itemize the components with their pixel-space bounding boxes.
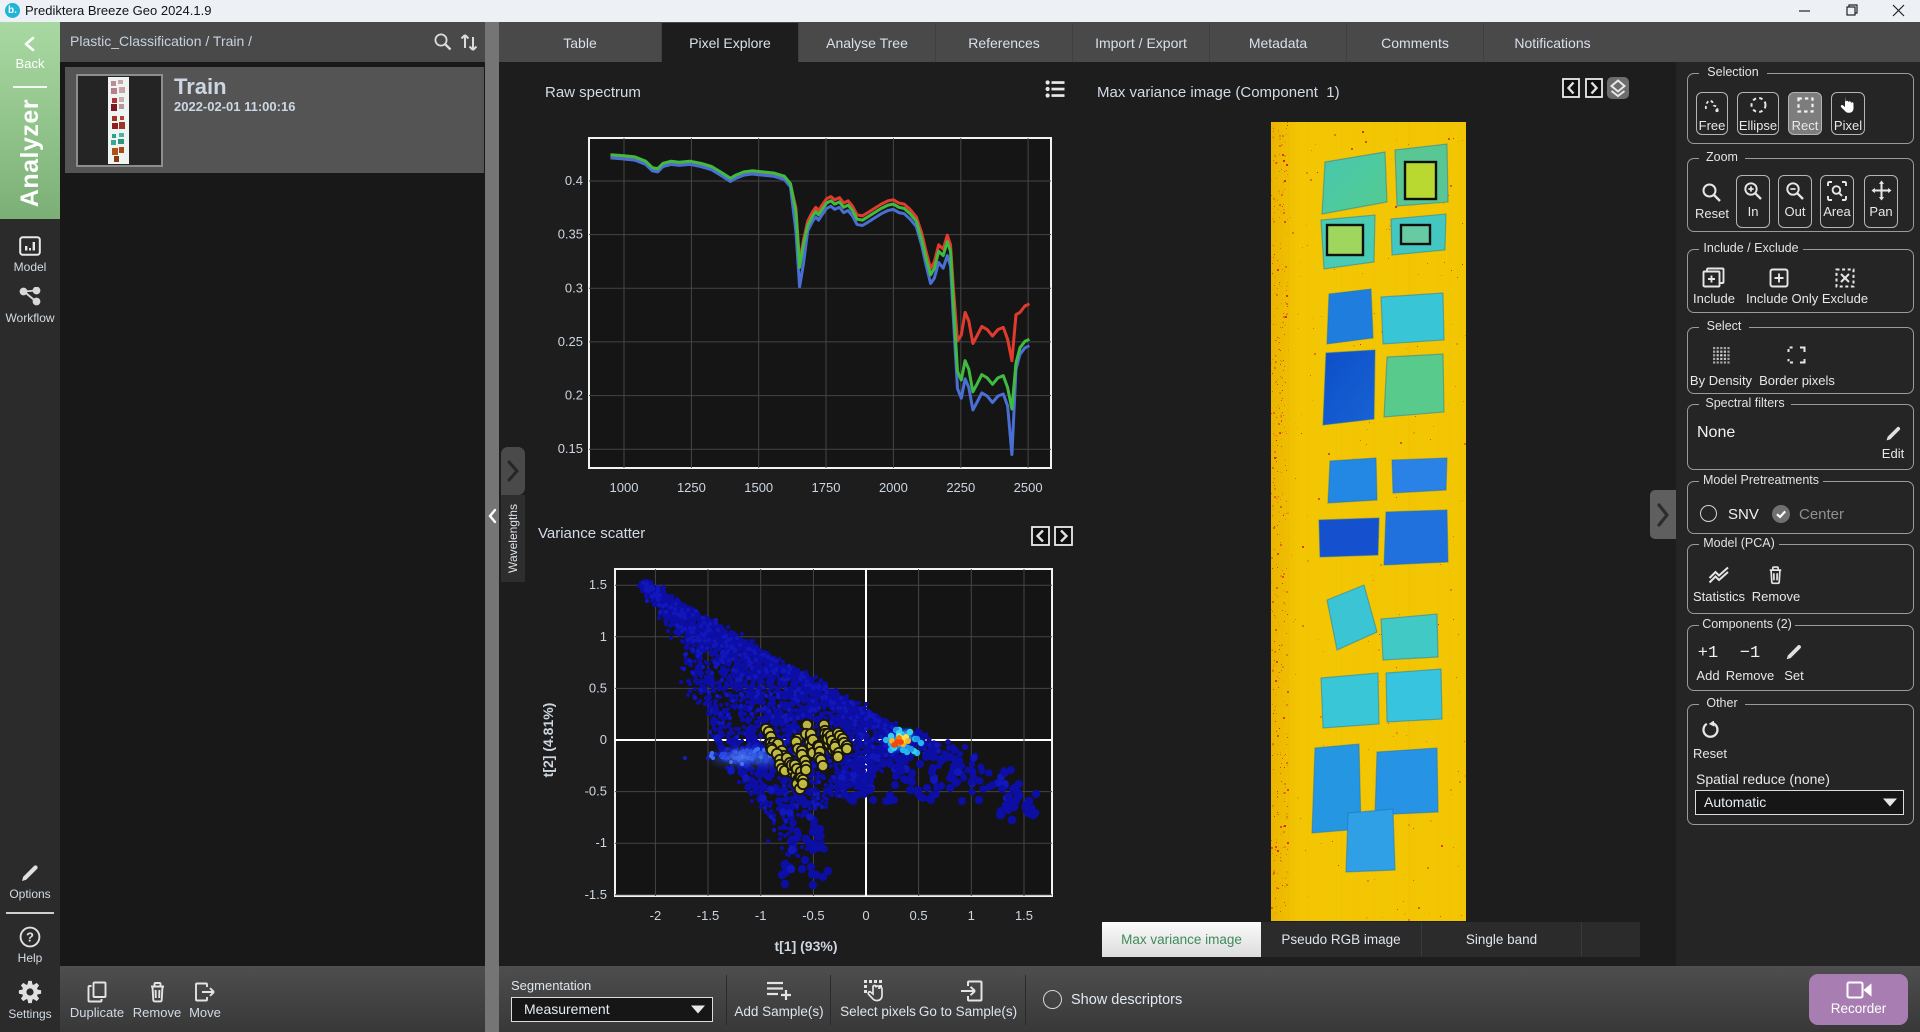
- svg-text:1: 1: [968, 908, 975, 923]
- svg-text:-1.5: -1.5: [585, 887, 607, 902]
- svg-text:0.25: 0.25: [558, 334, 583, 349]
- svg-text:2500: 2500: [1014, 480, 1043, 495]
- svg-text:t[2] (4.81%): t[2] (4.81%): [540, 703, 556, 778]
- svg-text:1750: 1750: [812, 480, 841, 495]
- svg-text:0.5: 0.5: [910, 908, 928, 923]
- svg-text:0: 0: [862, 908, 869, 923]
- svg-text:-1.5: -1.5: [697, 908, 719, 923]
- svg-text:1500: 1500: [744, 480, 773, 495]
- svg-text:0: 0: [600, 732, 607, 747]
- svg-text:-1: -1: [755, 908, 767, 923]
- svg-text:0.2: 0.2: [565, 388, 583, 403]
- svg-text:?: ?: [26, 930, 34, 945]
- svg-text:1.5: 1.5: [1015, 908, 1033, 923]
- svg-text:0.4: 0.4: [565, 173, 583, 188]
- svg-text:0.35: 0.35: [558, 227, 583, 242]
- svg-text:-0.5: -0.5: [585, 784, 607, 799]
- svg-text:2000: 2000: [879, 480, 908, 495]
- svg-text:1.5: 1.5: [589, 577, 607, 592]
- svg-text:0.5: 0.5: [589, 680, 607, 695]
- svg-text:-2: -2: [650, 908, 662, 923]
- svg-text:1000: 1000: [610, 480, 639, 495]
- svg-text:t[1] (93%): t[1] (93%): [774, 938, 837, 954]
- svg-text:1250: 1250: [677, 480, 706, 495]
- svg-text:0.15: 0.15: [558, 441, 583, 456]
- svg-text:2250: 2250: [946, 480, 975, 495]
- svg-text:-1: -1: [595, 835, 607, 850]
- svg-text:1: 1: [600, 629, 607, 644]
- svg-text:-0.5: -0.5: [802, 908, 824, 923]
- svg-text:0.3: 0.3: [565, 280, 583, 295]
